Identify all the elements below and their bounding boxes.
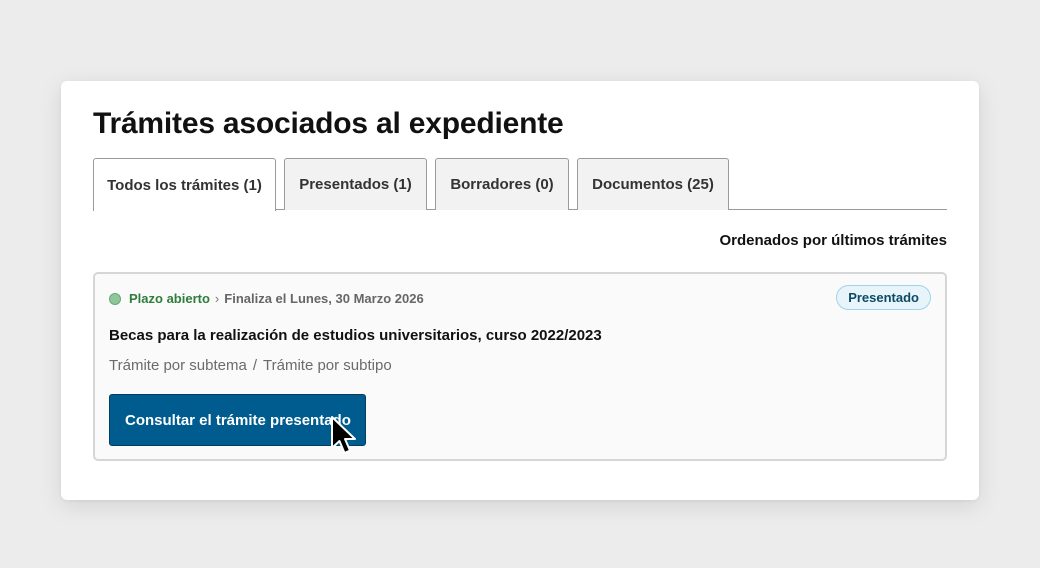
status-row: Plazo abierto › Finaliza el Lunes, 30 Ma… <box>109 291 424 306</box>
tab-drafts[interactable]: Borradores (0) <box>435 158 569 210</box>
deadline-text: Finaliza el Lunes, 30 Marzo 2026 <box>224 291 424 306</box>
status-dot-icon <box>109 292 121 305</box>
procedures-card: Trámites asociados al expediente Todos l… <box>61 81 979 500</box>
tab-submitted[interactable]: Presentados (1) <box>284 158 427 210</box>
subtheme-label: Trámite por subtema <box>109 357 247 374</box>
procedure-meta: Trámite por subtema / Trámite por subtip… <box>109 357 392 374</box>
status-badge: Presentado <box>836 285 931 310</box>
procedure-item: Plazo abierto › Finaliza el Lunes, 30 Ma… <box>93 272 947 461</box>
status-separator: › <box>214 291 220 306</box>
tab-all-procedures[interactable]: Todos los trámites (1) <box>93 158 276 211</box>
tab-bar: Todos los trámites (1) Presentados (1) B… <box>93 158 947 211</box>
meta-separator: / <box>252 357 257 374</box>
page-title: Trámites asociados al expediente <box>93 107 564 140</box>
sort-label: Ordenados por últimos trámites <box>719 232 947 249</box>
mouse-pointer-icon <box>331 416 356 454</box>
status-open-label: Plazo abierto <box>129 291 210 306</box>
view-submitted-procedure-button[interactable]: Consultar el trámite presentado <box>109 394 366 446</box>
subtype-label: Trámite por subtipo <box>263 357 392 374</box>
procedure-title: Becas para la realización de estudios un… <box>109 327 602 344</box>
tab-documents[interactable]: Documentos (25) <box>577 158 729 210</box>
